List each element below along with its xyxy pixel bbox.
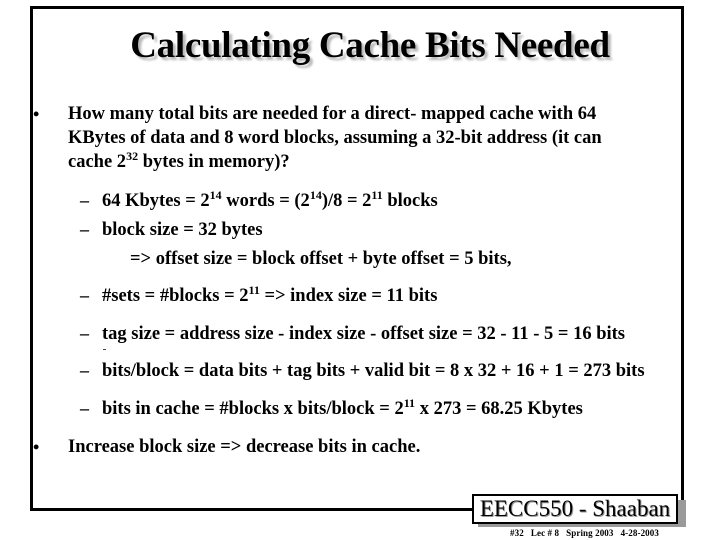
footer-date: 4-28-2003 bbox=[620, 528, 659, 538]
footer-term: Spring 2003 bbox=[566, 528, 614, 538]
subitem-bits-in-cache: bits in cache = #blocks x bits/block = 2… bbox=[102, 396, 583, 419]
exponent: 32 bbox=[126, 149, 139, 163]
subitem-offset-size: => offset size = block offset + byte off… bbox=[130, 249, 512, 269]
slide-title: Calculating Cache Bits Needed bbox=[130, 25, 610, 66]
subitem-bits-per-block: bits/block = data bits + tag bits + vali… bbox=[102, 361, 645, 381]
dash-icon: – bbox=[80, 398, 89, 418]
subitem-block-size: block size = 32 bytes bbox=[102, 220, 263, 240]
subitem-sets: #sets = #blocks = 211 => index size = 11… bbox=[102, 283, 438, 306]
dash-icon: – bbox=[80, 190, 89, 210]
bullet-icon: • bbox=[33, 437, 40, 457]
dash-icon: – bbox=[80, 323, 89, 343]
conclusion-line: Increase block size => decrease bits in … bbox=[68, 437, 421, 457]
question-line-1: How many total bits are needed for a dir… bbox=[68, 104, 597, 124]
subitem-tag-size: tag size = address size - index size - o… bbox=[102, 324, 626, 344]
question-line-3: cache 232 bytes in memory)? bbox=[68, 149, 290, 172]
dash-icon: – bbox=[80, 360, 89, 380]
dash-icon: – bbox=[80, 219, 89, 239]
bullet-icon: • bbox=[33, 104, 40, 124]
question-line-2: KBytes of data and 8 word blocks, assumi… bbox=[68, 128, 602, 148]
subitem-kbytes: 64 Kbytes = 214 words = (214)/8 = 211 bl… bbox=[102, 188, 438, 211]
dash-icon: – bbox=[80, 285, 89, 305]
stray-mark bbox=[103, 349, 106, 350]
footer-lecture: Lec # 8 bbox=[530, 528, 560, 538]
footer-slide-number: #32 bbox=[510, 528, 524, 538]
footer-meta: #32 Lec # 8 Spring 2003 4-28-2003 bbox=[510, 528, 659, 538]
footer-badge: EECC550 - Shaaban bbox=[472, 494, 678, 524]
